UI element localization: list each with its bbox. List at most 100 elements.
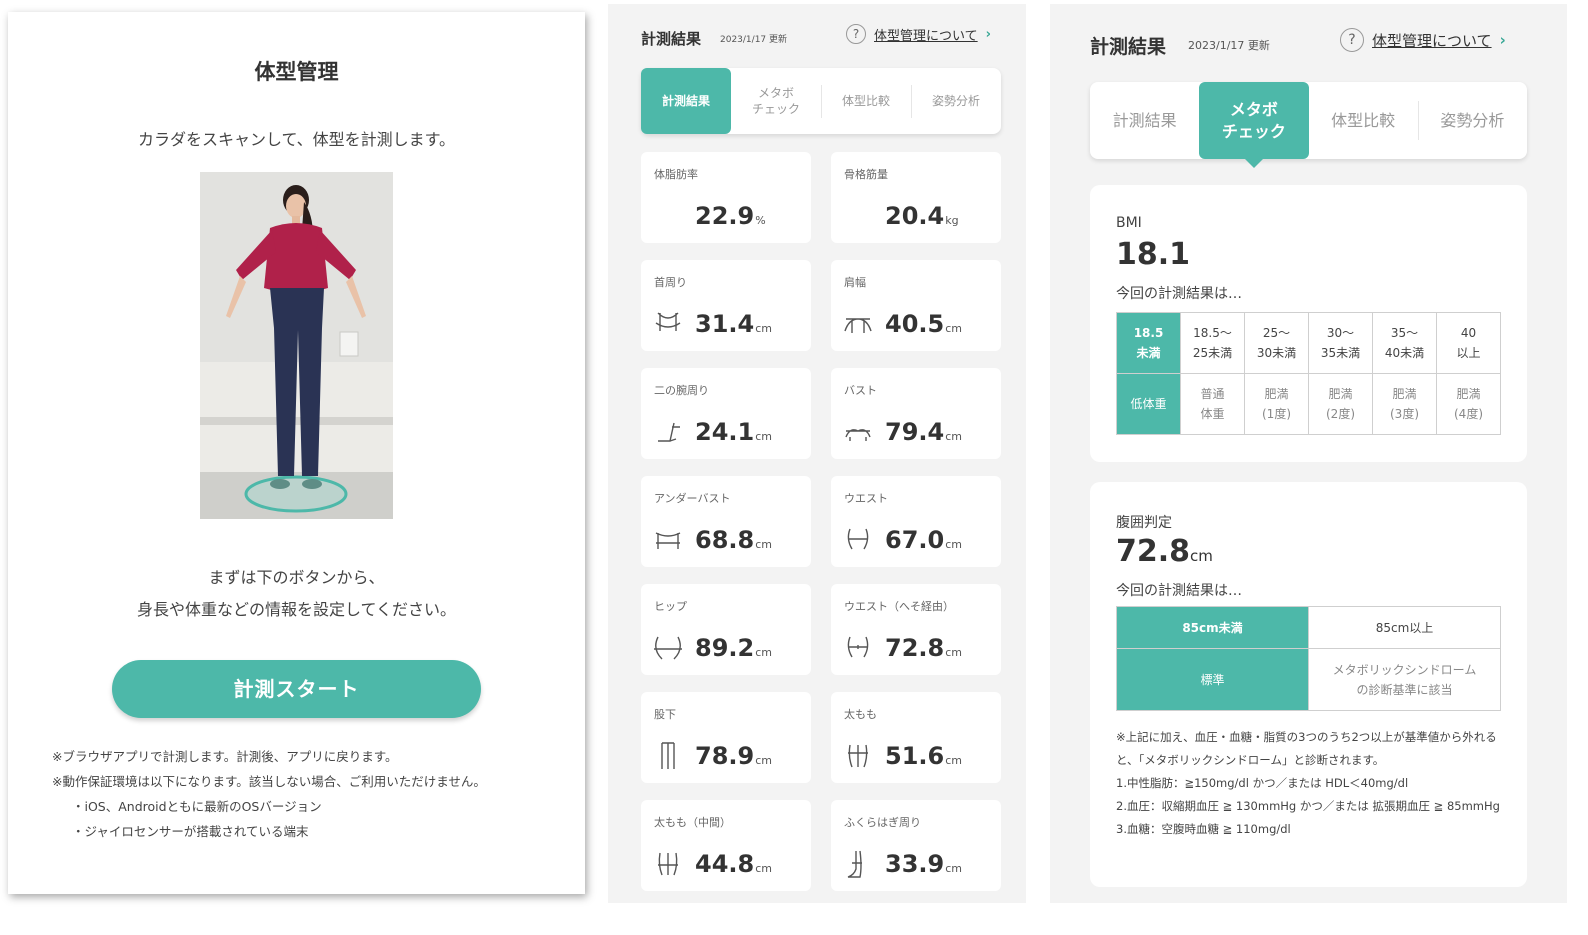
measurement-number: 78.9: [695, 742, 755, 770]
waist-icon: [847, 528, 869, 550]
measurement-label: 骨格筋量: [844, 168, 888, 181]
neck-icon-path: [655, 312, 681, 331]
measurement-card[interactable]: ヒップ 89.2cm: [641, 584, 811, 675]
results-header: 計測結果: [1090, 36, 1167, 58]
measurement-card[interactable]: 二の腕周り 24.1cm: [641, 368, 811, 459]
note-line: ・ジャイロセンサーが搭載されている端末: [72, 824, 309, 839]
measurement-number: 22.9: [695, 202, 755, 230]
measurement-label: 太もも（中間）: [654, 816, 731, 829]
instruction-text: まずは下のボタンから、 身長や体重などの情報を設定してください。: [8, 562, 585, 626]
shoulder-icon: [844, 318, 872, 333]
measurement-value: 44.8cm: [695, 850, 772, 878]
tab-body-compare[interactable]: 体型比較: [1309, 82, 1418, 159]
measurement-value: 72.8cm: [885, 634, 962, 662]
bmi-category-cell: 肥満 (4度): [1436, 373, 1501, 435]
bust-icon-path: [845, 429, 871, 441]
hip-icon-path: [654, 636, 682, 660]
measurement-unit: cm: [755, 646, 772, 659]
about-link-text[interactable]: 体型管理について: [1372, 30, 1492, 51]
measurement-number: 79.4: [885, 418, 945, 446]
waist-number: 72.8: [1116, 534, 1191, 569]
measurement-number: 20.4: [885, 202, 945, 230]
measurement-number: 67.0: [885, 526, 945, 554]
measurement-label: ふくらはぎ周り: [844, 816, 921, 829]
measurement-card[interactable]: 体脂肪率 22.9%: [641, 152, 811, 243]
measurement-number: 72.8: [885, 634, 945, 662]
waist-result-caption: 今回の計測結果は…: [1116, 583, 1242, 599]
start-measurement-button[interactable]: 計測スタート: [112, 660, 481, 718]
measurement-number: 40.5: [885, 310, 945, 338]
measurement-number: 51.6: [885, 742, 945, 770]
measurement-label: ウエスト（へそ経由）: [844, 600, 954, 613]
measurement-cards: 体脂肪率 22.9% 骨格筋量 20.4kg 首周り 31.4cm 肩幅 40.5cm 二の腕周…: [641, 152, 1001, 891]
bmi-table: 18.5 未満 18.5〜 25未満 25〜 30未満 30〜 35未満 35〜…: [1116, 312, 1501, 435]
tab-posture-analysis[interactable]: 姿勢分析: [911, 68, 1001, 134]
tab-metabo-check[interactable]: メタボ チェック: [731, 68, 821, 134]
waist-card: 腹囲判定 72.8cm 今回の計測結果は… 85cm未満 85cm以上 標準 メ…: [1090, 482, 1527, 887]
bmi-range-cell: 35〜 40未満: [1372, 312, 1437, 374]
about-body-management-link[interactable]: ? 体型管理について ›: [1340, 28, 1506, 52]
measurement-card[interactable]: 太もも（中間） 44.8cm: [641, 800, 811, 891]
measurement-label: 二の腕周り: [654, 384, 709, 397]
measurement-card[interactable]: バスト 79.4cm: [831, 368, 1001, 459]
tab-results[interactable]: 計測結果: [641, 68, 731, 134]
measurement-card[interactable]: アンダーバスト 68.8cm: [641, 476, 811, 567]
tab-posture-analysis[interactable]: 姿勢分析: [1417, 82, 1527, 159]
inseam-icon: [661, 742, 675, 769]
measurement-label: 首周り: [654, 276, 687, 289]
chevron-right-icon: ›: [985, 26, 991, 42]
measurement-label: ウエスト: [844, 492, 888, 505]
measurement-card[interactable]: 骨格筋量 20.4kg: [831, 152, 1001, 243]
bmi-category-cell: 普通 体重: [1180, 373, 1245, 435]
waist-range-cell: 85cm未満: [1116, 606, 1309, 649]
tab-metabo-check[interactable]: メタボ チェック: [1199, 82, 1309, 168]
measurement-card[interactable]: 股下 78.9cm: [641, 692, 811, 783]
about-link-text[interactable]: 体型管理について: [874, 25, 978, 44]
bmi-category-cell: 肥満 (3度): [1372, 373, 1437, 435]
criteria-line: 3.血糖：空腹時血糖 ≧ 110mg/dl: [1116, 822, 1291, 836]
bmi-result-caption: 今回の計測結果は…: [1116, 286, 1242, 302]
tab-bar: 計測結果 メタボ チェック 体型比較 姿勢分析: [1090, 82, 1527, 168]
measurement-value: 31.4cm: [695, 310, 772, 338]
measurement-value: 40.5cm: [885, 310, 962, 338]
measurement-card[interactable]: ウエスト 67.0cm: [831, 476, 1001, 567]
measurement-card[interactable]: 肩幅 40.5cm: [831, 260, 1001, 351]
measurement-value: 24.1cm: [695, 418, 772, 446]
measurement-card[interactable]: ウエスト（へそ経由） 72.8cm: [831, 584, 1001, 675]
measurement-unit: kg: [945, 214, 959, 227]
measurement-unit: cm: [755, 754, 772, 767]
measurement-label: アンダーバスト: [654, 492, 731, 505]
measurement-number: 33.9: [885, 850, 945, 878]
page-title: 体型管理: [254, 60, 339, 84]
measurement-value: 89.2cm: [695, 634, 772, 662]
scan-pose-photo: [200, 172, 393, 519]
bmi-range-cell: 18.5〜 25未満: [1180, 312, 1245, 374]
measurement-card[interactable]: ふくらはぎ周り 33.9cm: [831, 800, 1001, 891]
measurement-value: 33.9cm: [885, 850, 962, 878]
measurement-number: 44.8: [695, 850, 755, 878]
bmi-category-cell: 肥満 (1度): [1244, 373, 1309, 435]
chevron-right-icon: ›: [1499, 31, 1506, 49]
measurement-unit: cm: [945, 538, 962, 551]
measurement-results-screen: 計測結果 2023/1/17 更新 ? 体型管理について › 計測結果 メタボ …: [608, 4, 1026, 903]
about-body-management-link[interactable]: ? 体型管理について ›: [846, 24, 991, 44]
calf-icon: [847, 850, 862, 878]
bmi-category-cell: 低体重: [1116, 373, 1181, 435]
mid-thigh-icon: [658, 852, 678, 876]
tab-results[interactable]: 計測結果: [1090, 82, 1199, 159]
bmi-range-cell: 40 以上: [1436, 312, 1501, 374]
measurement-label: 股下: [654, 708, 676, 721]
criteria-line: ※上記に加え、血圧・血糖・脂質の3つのうち2つ以上が基準値から外れると、「メタボ…: [1116, 730, 1497, 767]
scan-pose-illustration: [200, 172, 393, 519]
hip-icon: [654, 636, 682, 660]
measurement-unit: cm: [945, 646, 962, 659]
measurement-card[interactable]: 太もも 51.6cm: [831, 692, 1001, 783]
waist-value: 72.8cm: [1116, 534, 1213, 569]
measurement-card[interactable]: 首周り 31.4cm: [641, 260, 811, 351]
waist-range-cell: 85cm以上: [1308, 606, 1501, 649]
tab-body-compare[interactable]: 体型比較: [821, 68, 911, 134]
measurement-unit: cm: [945, 322, 962, 335]
bmi-range-cell: 25〜 30未満: [1244, 312, 1309, 374]
note-line: ・iOS、Androidともに最新のOSバージョン: [72, 799, 322, 814]
measurement-label: 肩幅: [844, 276, 866, 289]
